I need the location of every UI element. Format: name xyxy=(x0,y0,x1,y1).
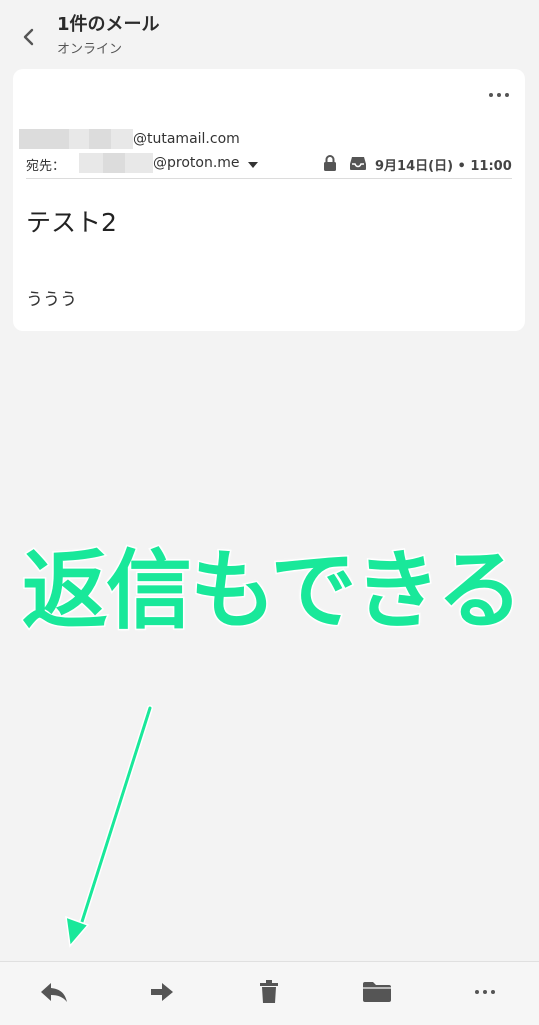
page-title: 1件のメール xyxy=(57,14,160,35)
more-horizontal-icon xyxy=(475,990,495,994)
move-folder-button[interactable] xyxy=(347,962,407,1022)
mail-action-toolbar xyxy=(0,961,539,1025)
trash-icon xyxy=(260,980,278,1003)
recipient-redacted xyxy=(79,153,103,173)
annotation-caption: 返信もできる xyxy=(21,540,525,643)
forward-button[interactable] xyxy=(132,962,192,1022)
delete-button[interactable] xyxy=(239,962,299,1022)
connection-status: オンライン xyxy=(57,42,123,57)
folder-icon xyxy=(363,982,391,1002)
header-divider xyxy=(26,178,512,179)
sender-redacted xyxy=(69,129,89,149)
recipient-email[interactable]: @proton.me xyxy=(153,155,240,171)
mail-date: 9月14日(日) • 11:00 xyxy=(375,159,512,174)
mail-subject: テスト2 xyxy=(26,208,117,237)
app-header: 1件のメール オンライン xyxy=(0,0,539,64)
back-button[interactable] xyxy=(14,22,44,52)
sender-redacted xyxy=(19,129,69,149)
recipient-redacted xyxy=(125,153,153,173)
to-label: 宛先： xyxy=(26,159,66,174)
mail-more-button[interactable] xyxy=(487,85,511,105)
chevron-down-icon xyxy=(248,162,258,168)
inbox-icon xyxy=(350,157,366,170)
lock-icon xyxy=(324,155,336,171)
mail-body: ううう xyxy=(26,290,77,310)
recipient-redacted xyxy=(103,153,125,173)
mail-card: @tutamail.com 宛先： @proton.me 9月14日(日) • … xyxy=(13,69,525,331)
recipient-expand-button[interactable] xyxy=(246,158,260,172)
reply-button[interactable] xyxy=(24,962,84,1022)
reply-icon xyxy=(41,983,67,1002)
forward-icon xyxy=(151,983,173,1001)
sender-redacted xyxy=(111,129,133,149)
chevron-left-icon xyxy=(23,28,34,46)
toolbar-more-button[interactable] xyxy=(455,962,515,1022)
more-horizontal-icon xyxy=(489,93,509,97)
sender-redacted xyxy=(89,129,111,149)
sender-email[interactable]: @tutamail.com xyxy=(133,131,240,147)
